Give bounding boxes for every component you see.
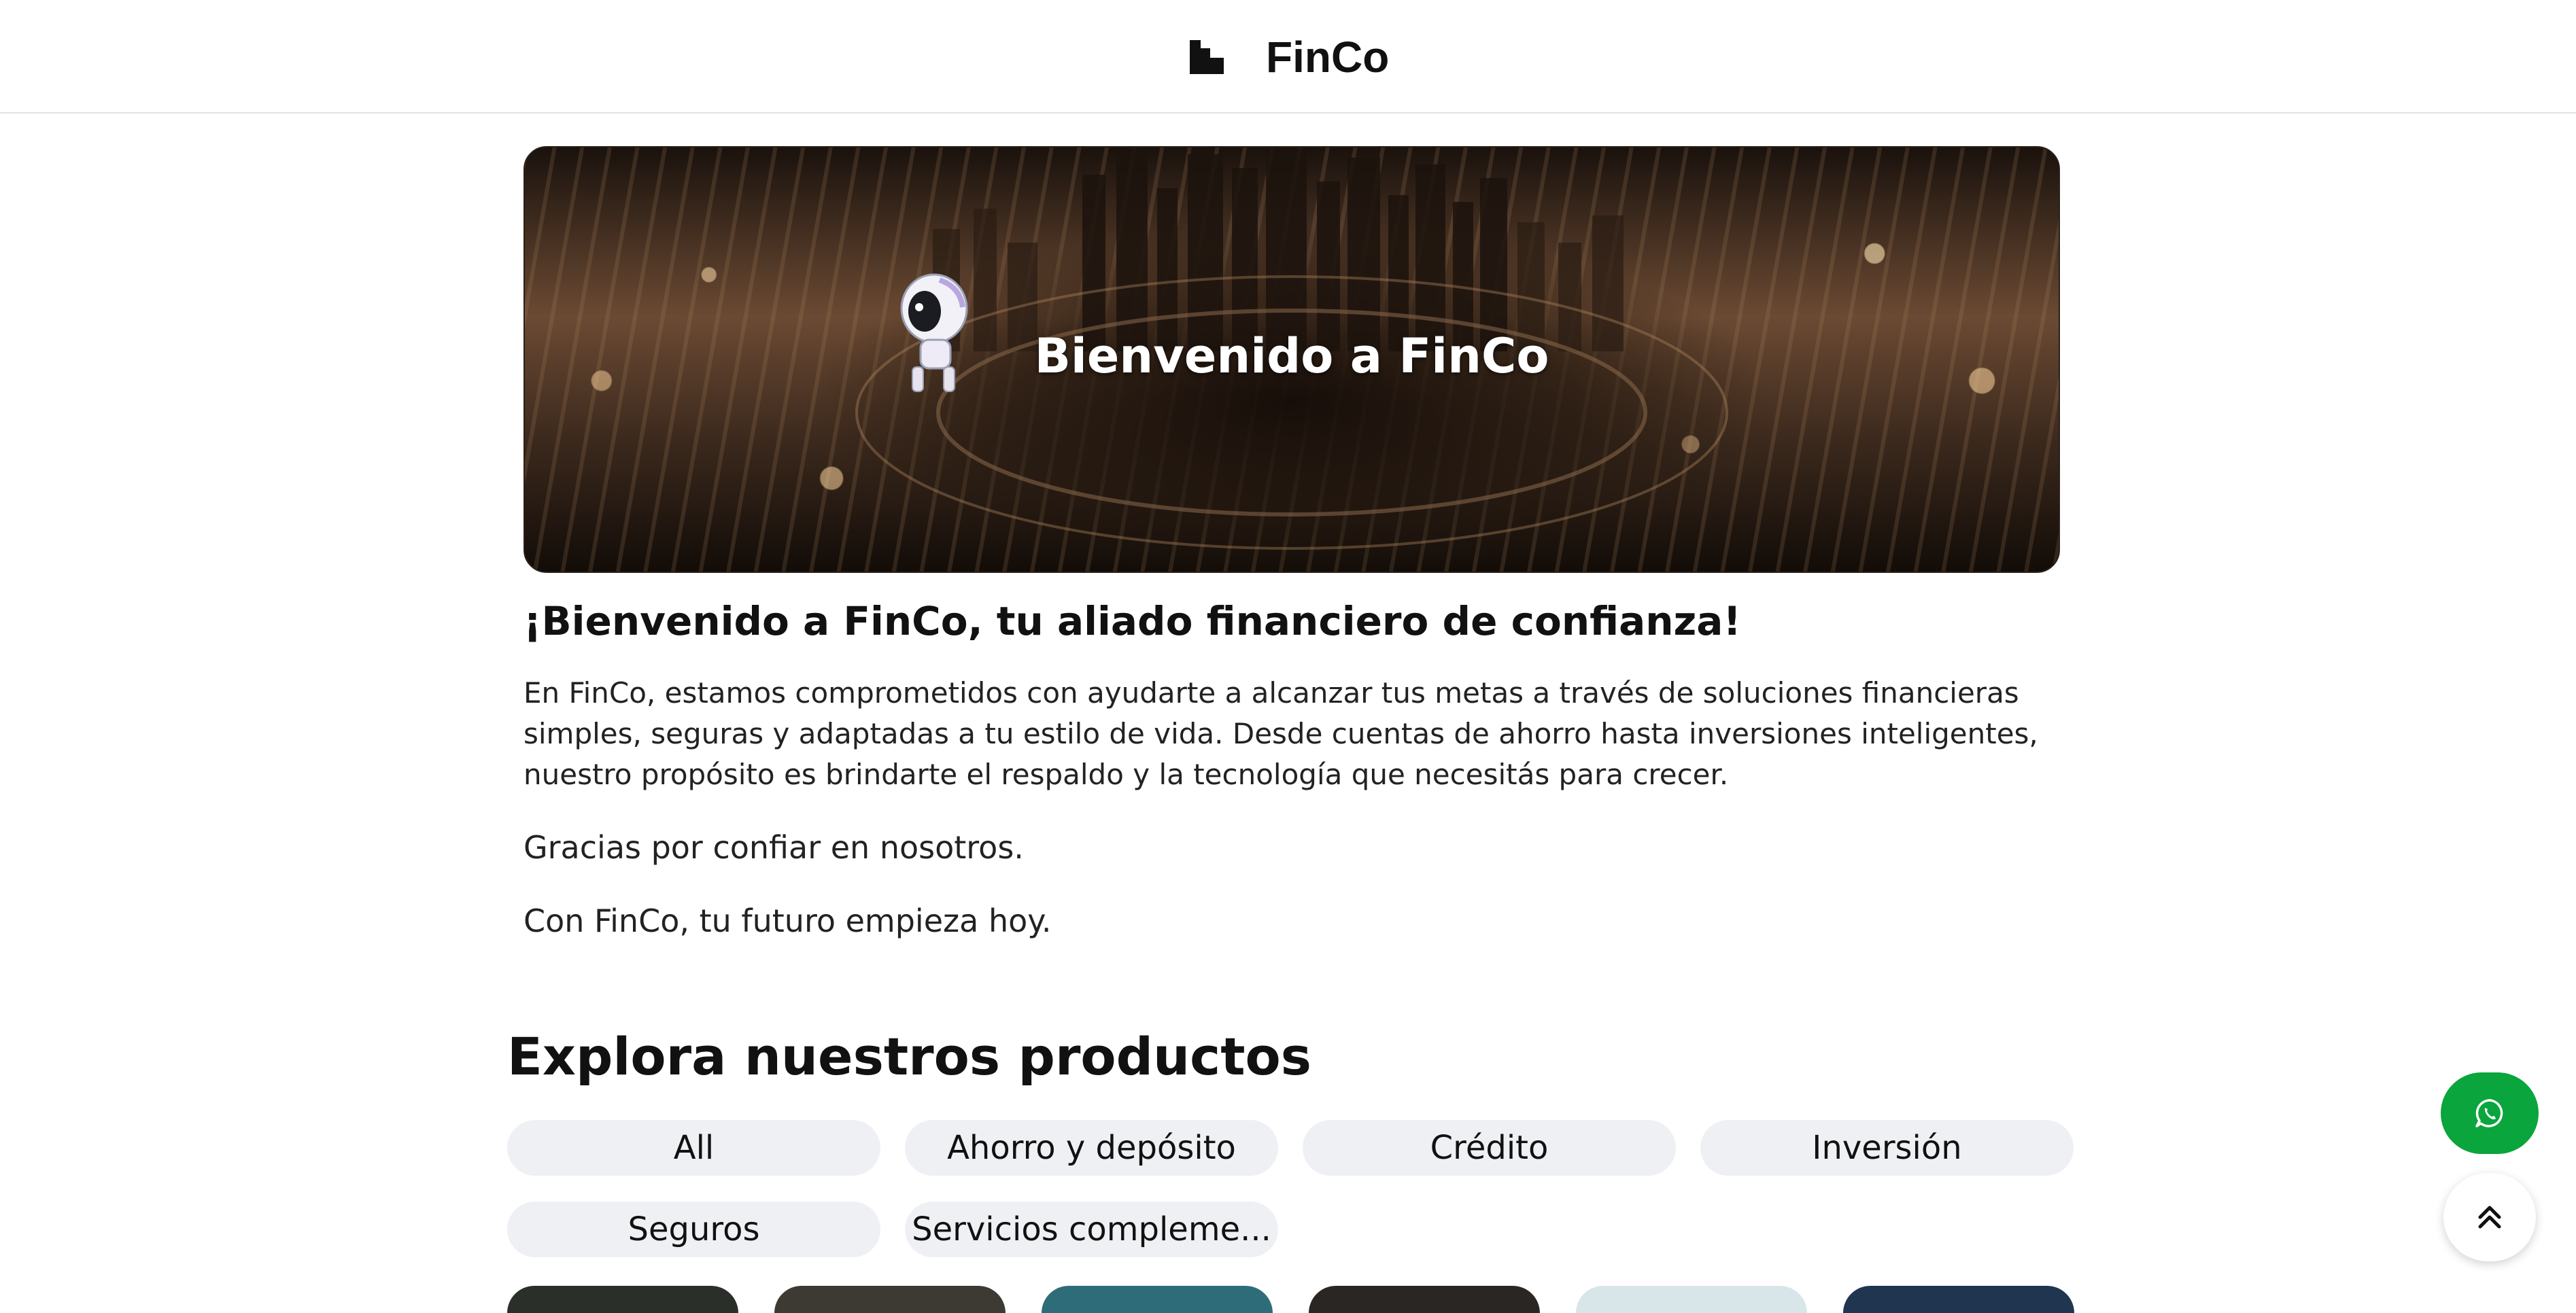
- filter-tab-seguros[interactable]: Seguros: [507, 1202, 880, 1257]
- product-card[interactable]: [1042, 1286, 1273, 1313]
- top-navbar: FinCo: [0, 0, 2576, 113]
- product-card[interactable]: [1309, 1286, 1540, 1313]
- hero-title: Bienvenido a FinCo: [1034, 328, 1549, 384]
- filter-tab-all[interactable]: All: [507, 1120, 880, 1176]
- whatsapp-button[interactable]: [2441, 1072, 2539, 1154]
- filter-tab-servicios[interactable]: Servicios compleme...: [905, 1202, 1278, 1257]
- product-card[interactable]: [774, 1286, 1006, 1313]
- double-chevron-up-icon: [2478, 1206, 2501, 1229]
- product-card[interactable]: [507, 1286, 738, 1313]
- product-card[interactable]: [1576, 1286, 1807, 1313]
- brand[interactable]: FinCo: [1190, 30, 1389, 84]
- brand-name: FinCo: [1266, 33, 1390, 82]
- intro-paragraph: En FinCo, estamos comprometidos con ayud…: [523, 676, 2038, 791]
- closing-text: Con FinCo, tu futuro empieza hoy.: [523, 903, 1052, 939]
- filter-tab-credito[interactable]: Crédito: [1303, 1120, 1676, 1176]
- filter-tab-inversion[interactable]: Inversión: [1700, 1120, 2074, 1176]
- products-section-title: Explora nuestros productos: [507, 1026, 1311, 1087]
- product-card[interactable]: [1843, 1286, 2074, 1313]
- finco-logo-icon: [1190, 40, 1224, 74]
- hero-banner: Bienvenido a FinCo: [523, 146, 2060, 573]
- whatsapp-icon: [2475, 1099, 2503, 1127]
- intro-heading: ¡Bienvenido a FinCo, tu aliado financier…: [523, 598, 1741, 644]
- scroll-to-top-button[interactable]: [2443, 1173, 2536, 1261]
- thanks-text: Gracias por confiar en nosotros.: [523, 829, 1024, 866]
- filter-tab-ahorro[interactable]: Ahorro y depósito: [905, 1120, 1278, 1176]
